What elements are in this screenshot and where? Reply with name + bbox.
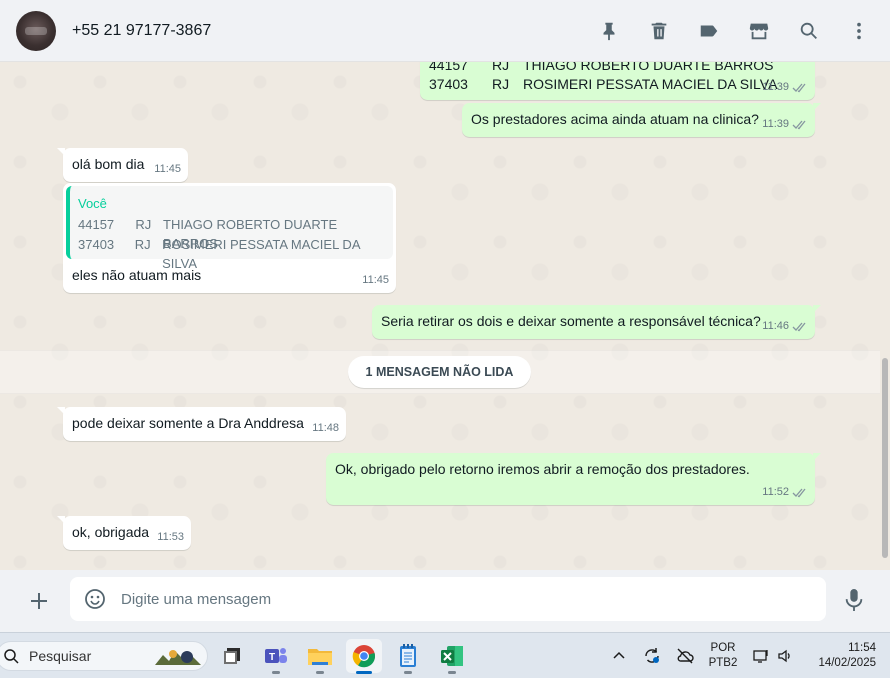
language-indicator[interactable]: POR PTB2 [706, 641, 740, 671]
message-time: 11:45 [362, 274, 389, 286]
plus-icon [31, 593, 47, 609]
chrome-icon [352, 645, 376, 668]
sync-icon[interactable] [643, 647, 661, 665]
message-outgoing[interactable]: Ok, obrigado pelo retorno iremos abrir a… [326, 453, 821, 505]
double-check-icon [792, 83, 806, 93]
message-incoming[interactable]: ok, obrigada 11:53 [57, 516, 191, 550]
store-icon[interactable] [748, 20, 770, 42]
task-view-icon [224, 648, 240, 664]
file-explorer-app[interactable] [302, 639, 338, 674]
clock-date: 14/02/2025 [818, 657, 876, 669]
svg-text:T: T [269, 652, 275, 663]
header-actions [570, 20, 870, 42]
microphone-icon[interactable] [843, 587, 865, 613]
message-time: 11:53 [157, 531, 184, 543]
system-tray [610, 633, 628, 678]
quoted-message[interactable]: Você 44157 RJ THIAGO ROBERTO DUARTE BARR… [66, 186, 393, 271]
network-icon[interactable] [752, 647, 770, 665]
notepad-app[interactable] [390, 639, 426, 674]
message-input[interactable] [121, 590, 801, 608]
volume-icon[interactable] [776, 647, 794, 665]
message-time: 11:52 [762, 483, 808, 502]
message-text: eles não atuam mais [72, 267, 202, 283]
message-text: Ok, obrigado pelo retorno iremos abrir a… [335, 461, 750, 477]
message-text: pode deixar somente a Dra Anddresa [72, 415, 304, 431]
teams-icon: T [265, 648, 287, 663]
double-check-icon [792, 120, 806, 130]
quote-author: Você [78, 196, 107, 211]
message-time: 11:45 [154, 163, 181, 175]
excel-icon [441, 646, 463, 666]
taskbar-search[interactable]: Pesquisar [0, 641, 208, 671]
search-label: Pesquisar [29, 648, 92, 664]
contact-name[interactable]: +55 21 97177-3867 [72, 22, 211, 40]
message-composer [0, 570, 890, 632]
network-volume-tray [752, 633, 794, 678]
table-row: 37403 RJ ROSIMERI PESSATA MACIEL DA SILV… [429, 76, 778, 92]
table-row: 44157 RJ THIAGO ROBERTO DUARTE BARROS [429, 62, 774, 73]
message-outgoing[interactable]: 44157 RJ THIAGO ROBERTO DUARTE BARROS 37… [420, 62, 815, 100]
unread-badge: 1 MENSAGEM NÃO LIDA [348, 356, 531, 388]
windows-taskbar: Pesquisar T POR PTB2 11:54 14/02/2025 [0, 632, 890, 678]
pin-icon[interactable] [598, 20, 620, 42]
task-view-app[interactable] [214, 639, 250, 673]
trash-icon[interactable] [648, 20, 670, 42]
taskbar-clock[interactable]: 11:54 14/02/2025 [806, 641, 876, 671]
label-icon[interactable] [698, 20, 720, 42]
message-text: ok, obrigada [72, 524, 150, 540]
message-incoming[interactable]: Você 44157 RJ THIAGO ROBERTO DUARTE BARR… [63, 183, 396, 293]
message-text: Os prestadores acima ainda atuam na clin… [471, 111, 759, 127]
message-time: 11:48 [312, 422, 339, 434]
message-incoming[interactable]: olá bom dia 11:45 [57, 148, 188, 182]
notepad-icon [400, 644, 416, 667]
keyboard-layout: PTB2 [708, 657, 738, 669]
chat-area[interactable]: 44157 RJ THIAGO ROBERTO DUARTE BARROS 37… [0, 62, 890, 570]
cloud-tray [676, 633, 694, 678]
chevron-up-icon[interactable] [610, 647, 628, 665]
message-outgoing[interactable]: Seria retirar os dois e deixar somente a… [372, 305, 821, 339]
language-code: POR [710, 642, 736, 654]
folder-icon [308, 649, 332, 665]
excel-app[interactable] [434, 639, 470, 674]
search-highlight-icon [155, 650, 201, 665]
message-text: olá bom dia [72, 156, 145, 172]
message-time: 11:39 [762, 115, 808, 134]
double-check-icon [792, 322, 806, 332]
search-icon[interactable] [798, 20, 820, 42]
contact-avatar[interactable] [16, 10, 56, 51]
teams-app[interactable]: T [258, 639, 294, 674]
message-time: 11:46 [762, 317, 808, 336]
chrome-app[interactable] [346, 639, 382, 674]
message-outgoing[interactable]: Os prestadores acima ainda atuam na clin… [462, 103, 821, 137]
message-input-box[interactable] [70, 577, 826, 621]
attach-button[interactable] [25, 587, 53, 615]
search-icon [4, 649, 19, 664]
chat-scrollbar[interactable] [882, 62, 888, 570]
message-time: 11:39 [762, 78, 808, 97]
cloud-off-icon[interactable] [676, 647, 694, 665]
message-incoming[interactable]: pode deixar somente a Dra Anddresa 11:48 [57, 407, 346, 441]
double-check-icon [792, 488, 806, 498]
scrollbar-thumb[interactable] [882, 358, 888, 558]
more-icon[interactable] [848, 20, 870, 42]
message-text: Seria retirar os dois e deixar somente a… [381, 313, 761, 329]
emoji-icon[interactable] [83, 587, 107, 611]
clock-time: 11:54 [848, 642, 876, 654]
chat-header: +55 21 97177-3867 [0, 0, 890, 62]
sync-tray [643, 633, 661, 678]
